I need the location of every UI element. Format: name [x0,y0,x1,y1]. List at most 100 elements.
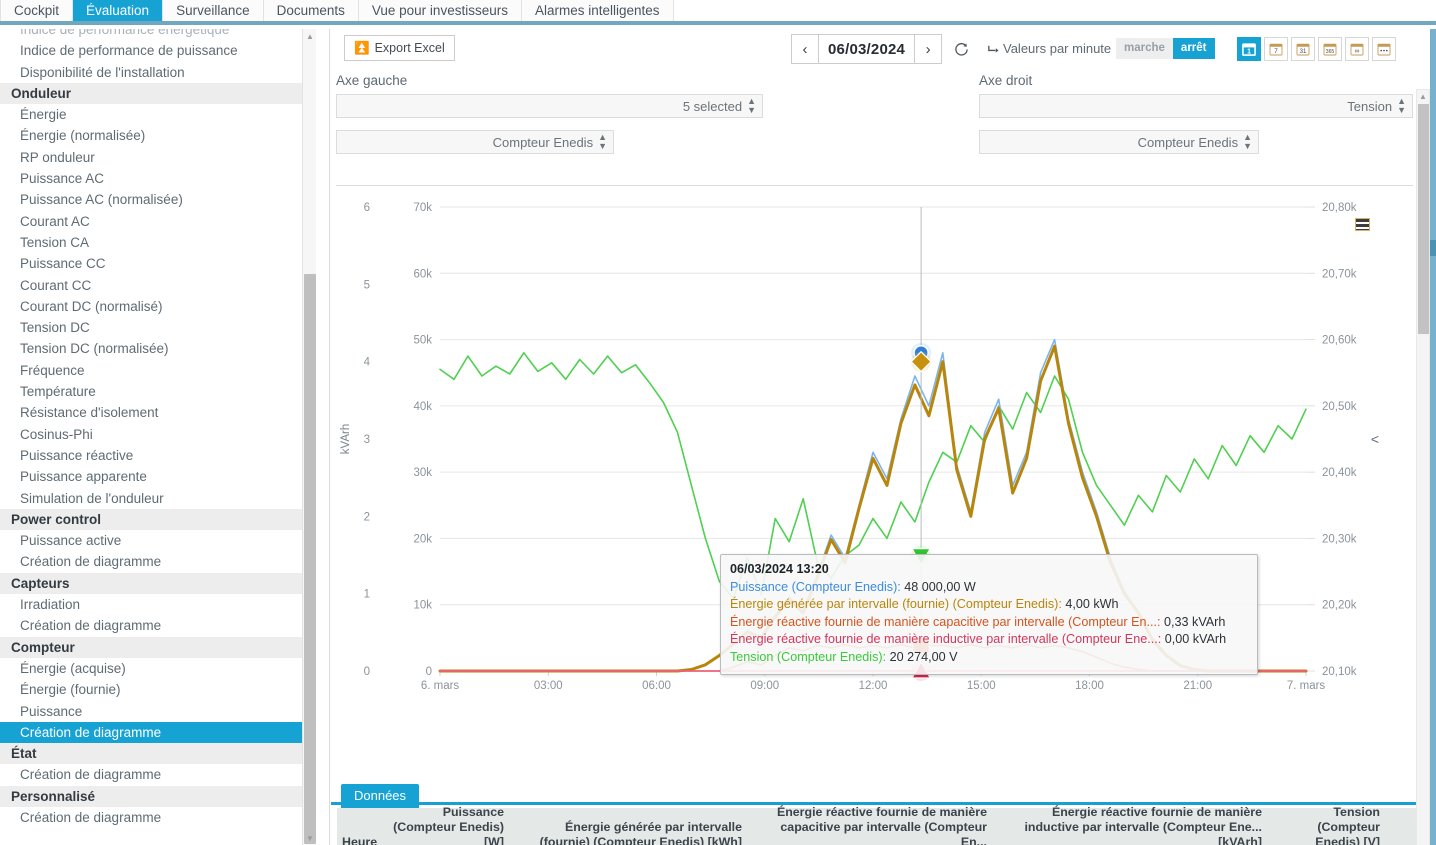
sidebar-item[interactable]: Tension DC (normalisée) [0,338,316,359]
sidebar-item[interactable]: Puissance AC (normalisée) [0,189,316,210]
sidebar-scroll-area[interactable]: Indice de performance énergétique Indice … [0,29,316,835]
sidebar-item-label: Indice de performance énergétique [20,29,229,37]
chart-context-menu-icon[interactable] [1355,218,1370,231]
sidebar-item-label: Tension DC (normalisée) [20,341,169,356]
minute-values-toggle[interactable]: marche arrêt [1116,38,1215,59]
export-excel-button[interactable]: ⏫ Export Excel [344,35,455,61]
scroll-down-icon[interactable]: ▼ [303,831,317,845]
sidebar-item[interactable]: Énergie (normalisée) [0,125,316,146]
y-axis-inner-tick: 10k [413,600,432,612]
scrollbar-thumb[interactable] [1418,104,1429,334]
sidebar-item-label: RP onduleur [20,150,95,165]
chart-series-line[interactable] [440,340,1306,671]
period-button-custom[interactable] [1372,37,1396,61]
left-axis-series-select[interactable]: 5 selected ▲▼ [336,94,763,118]
data-tab-bar: Données [331,773,1417,805]
period-button-year[interactable]: 365 [1318,37,1342,61]
sidebar-item[interactable]: Énergie [0,104,316,125]
column-header-energie-generee[interactable]: Énergie générée par intervalle (fournie)… [509,820,747,845]
period-button-day[interactable]: 1 [1237,37,1261,61]
tab-investor-view[interactable]: Vue pour investisseurs [359,0,522,21]
sidebar-item[interactable]: Disponibilité de l'installation [0,62,316,83]
sidebar-item[interactable]: Simulation de l'onduleur [0,488,316,509]
chart-collapse-icon[interactable]: < [1371,431,1379,447]
right-axis-device-select[interactable]: Compteur Enedis ▲▼ [979,130,1259,154]
sidebar-item[interactable]: Température [0,381,316,402]
tab-label: Vue pour investisseurs [372,3,508,18]
scroll-up-icon[interactable]: ▲ [1417,90,1429,103]
x-axis-tick: 18:00 [1075,680,1104,692]
next-day-button[interactable]: › [914,34,942,64]
chart-container[interactable]: 010k20k30k40k50k60k70k0123456kVArh20,10k… [331,191,1417,766]
sidebar-group: Power control [0,509,316,530]
sidebar-item[interactable]: Indice de performance énergétique [0,29,316,40]
sidebar-item[interactable]: Puissance apparente [0,466,316,487]
period-button-week[interactable]: 7 [1264,37,1288,61]
tab-documents[interactable]: Documents [264,0,359,21]
main-tab-bar: Cockpit Évaluation Surveillance Document… [0,0,1436,25]
sidebar-item[interactable]: Puissance AC [0,168,316,189]
sidebar-item[interactable]: Puissance active [0,530,316,551]
chart-marker-reactive-capacitive[interactable] [913,637,929,653]
sidebar-item[interactable]: Création de diagramme [0,764,316,785]
sidebar-item[interactable]: Création de diagramme [0,551,316,572]
current-date-label[interactable]: 06/03/2024 [819,34,914,64]
column-header-reactive-inductive[interactable]: Énergie réactive fournie de manière indu… [992,805,1267,845]
sidebar-item[interactable]: Création de diagramme [0,722,316,743]
right-edge-handle[interactable] [1430,240,1436,256]
y-axis-inner-tick: 0 [426,666,432,678]
refresh-button[interactable] [948,36,974,62]
sidebar-item-label: Énergie (normalisée) [20,128,145,143]
tab-bar-filler [674,0,1436,21]
left-axis-device-select[interactable]: Compteur Enedis ▲▼ [336,130,614,154]
sidebar-item[interactable]: Puissance [0,701,316,722]
sidebar-item[interactable]: Indice de performance de puissance [0,40,316,61]
left-axis-group: Axe gauche 5 selected ▲▼ Compteur Enedis… [336,73,763,166]
column-header-reactive-capacitive[interactable]: Énergie réactive fournie de manière capa… [747,805,992,845]
sidebar-item[interactable]: Résistance d'isolement [0,402,316,423]
period-button-month[interactable]: 31 [1291,37,1315,61]
sidebar-item-label: Puissance réactive [20,448,133,463]
sidebar-item[interactable]: Irradiation [0,594,316,615]
toggle-option-marche[interactable]: marche [1116,38,1173,59]
sidebar-item-label: Tension DC [20,320,90,335]
sidebar-item[interactable]: Puissance CC [0,253,316,274]
sidebar-item[interactable]: Création de diagramme [0,615,316,636]
chart-series-line[interactable] [440,353,1306,598]
sidebar-item[interactable]: Courant DC (normalisé) [0,296,316,317]
sidebar-item[interactable]: Énergie (acquise) [0,658,316,679]
chart-toolbar: ⏫ Export Excel ‹ 06/03/2024 › [331,34,1417,64]
previous-day-button[interactable]: ‹ [791,34,819,64]
column-header-puissance[interactable]: Puissance (Compteur Enedis) [W] [379,805,509,845]
sidebar-item-label: Puissance AC [20,171,104,186]
chart-series-line[interactable] [440,645,1306,671]
tab-surveillance[interactable]: Surveillance [163,0,264,21]
scroll-up-icon[interactable]: ▲ [303,29,317,43]
main-scrollbar[interactable]: ▲ ▼ [1416,89,1430,845]
sidebar-item[interactable]: Cosinus-Phi [0,424,316,445]
x-axis-tick: 12:00 [859,680,888,692]
sidebar-item[interactable]: Énergie (fournie) [0,679,316,700]
sidebar-item[interactable]: RP onduleur [0,147,316,168]
sidebar-scrollbar[interactable]: ▲ ▼ [302,29,316,845]
scrollbar-thumb[interactable] [304,274,316,844]
chart-plot[interactable]: 010k20k30k40k50k60k70k0123456kVArh20,10k… [331,191,1417,711]
toggle-option-arret[interactable]: arrêt [1173,38,1215,59]
sidebar-item[interactable]: Courant AC [0,211,316,232]
tab-smart-alarms[interactable]: Alarmes intelligentes [522,0,674,21]
tab-evaluation[interactable]: Évaluation [73,0,163,21]
sidebar-item[interactable]: Puissance réactive [0,445,316,466]
sidebar-item[interactable]: Tension CA [0,232,316,253]
chart-series-line[interactable] [440,346,1306,671]
column-header-heure[interactable]: Heure [337,835,379,845]
period-button-total[interactable]: ∞ [1345,37,1369,61]
tab-cockpit[interactable]: Cockpit [0,0,73,21]
sidebar-item[interactable]: Fréquence [0,360,316,381]
sidebar-item[interactable]: Création de diagramme [0,807,316,828]
sidebar-item-label: Création de diagramme [20,725,161,740]
sidebar-item[interactable]: Tension DC [0,317,316,338]
column-header-tension[interactable]: Tension (Compteur Enedis) [V] [1267,805,1385,845]
sidebar-item[interactable]: Courant CC [0,275,316,296]
right-axis-series-select[interactable]: Tension ▲▼ [979,94,1413,118]
y-axis-inner-tick: 50k [413,335,432,347]
